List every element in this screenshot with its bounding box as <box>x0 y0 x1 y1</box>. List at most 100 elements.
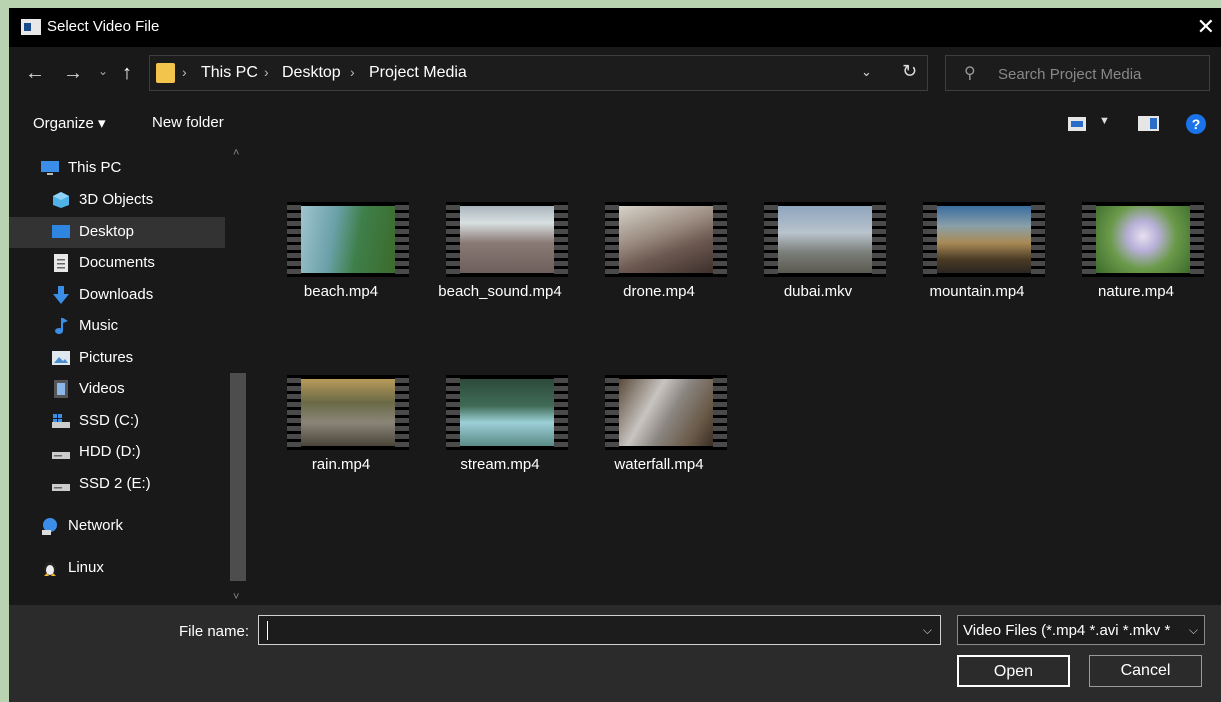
text-caret <box>267 621 268 640</box>
bottom-panel: File name: ⌵ Video Files (*.mp4 *.avi *.… <box>9 605 1221 702</box>
up-arrow-icon[interactable]: ↑ <box>122 63 132 83</box>
sidebar-item-label: This PC <box>68 159 122 176</box>
sidebar-item-music[interactable]: Music <box>51 311 225 342</box>
windows-drive-icon <box>52 414 70 428</box>
toolbar: Organize ▾ New folder ▼ ? <box>9 103 1221 143</box>
folder-icon <box>156 63 175 83</box>
file-name: beach.mp4 <box>303 283 379 300</box>
back-arrow-icon[interactable]: ← <box>25 63 45 83</box>
navigation-bar: ← → ⌄ ↑ › This PC › Desktop › Project Me… <box>9 47 1221 103</box>
sidebar-item-label: Documents <box>79 254 155 271</box>
sidebar-item-desktop[interactable]: Desktop <box>9 217 225 248</box>
address-dropdown-icon[interactable]: ⌄ <box>861 64 872 80</box>
breadcrumb-separator-icon: › <box>264 64 269 80</box>
search-input[interactable] <box>996 62 1205 86</box>
file-name-dropdown-icon[interactable]: ⌵ <box>923 623 932 638</box>
change-view-icon[interactable] <box>1068 117 1086 131</box>
breadcrumb-desktop[interactable]: Desktop <box>282 64 341 82</box>
video-thumbnail <box>764 202 886 277</box>
file-name: dubai.mkv <box>783 283 853 300</box>
file-name: drone.mp4 <box>623 283 695 300</box>
penguin-icon <box>44 562 56 576</box>
search-icon: ⚲ <box>964 65 976 82</box>
picture-icon <box>52 351 70 365</box>
file-type-filter-value: Video Files (*.mp4 *.avi *.mkv * <box>963 622 1171 639</box>
file-name: stream.mp4 <box>460 456 540 473</box>
open-button[interactable]: Open <box>957 655 1070 687</box>
scroll-down-icon[interactable]: ˅ <box>233 591 239 603</box>
refresh-icon[interactable]: ↻ <box>902 61 917 82</box>
preview-pane-icon[interactable] <box>1138 116 1159 131</box>
sidebar-item-ssd-2-e[interactable]: SSD 2 (E:) <box>51 469 225 500</box>
sidebar-item-label: HDD (D:) <box>79 443 141 460</box>
sidebar-item-3d-objects[interactable]: 3D Objects <box>51 185 225 216</box>
breadcrumb-project-media[interactable]: Project Media <box>369 64 467 82</box>
sidebar-item-label: SSD (C:) <box>79 412 139 429</box>
network-icon <box>42 518 57 535</box>
sidebar-item-pictures[interactable]: Pictures <box>51 343 225 374</box>
close-icon[interactable]: ✕ <box>1197 14 1215 40</box>
document-icon <box>54 254 68 272</box>
help-icon[interactable]: ? <box>1186 114 1206 134</box>
monitor-icon <box>41 161 59 175</box>
sidebar-item-label: Videos <box>79 380 125 397</box>
video-thumbnail <box>605 375 727 450</box>
video-thumbnail <box>446 202 568 277</box>
sidebar-item-label: Linux <box>68 559 104 576</box>
video-thumbnail <box>923 202 1045 277</box>
sidebar-item-label: Downloads <box>79 286 154 303</box>
sidebar-item-hdd-d[interactable]: HDD (D:) <box>51 437 225 468</box>
file-name: nature.mp4 <box>1098 283 1174 300</box>
sidebar-item-label: Desktop <box>79 223 135 240</box>
sidebar-item-label: Network <box>68 517 124 534</box>
title-bar: Select Video File ✕ <box>9 8 1221 47</box>
file-name-label: File name: <box>179 623 250 640</box>
sidebar-item-documents[interactable]: Documents <box>51 248 225 279</box>
video-thumbnail <box>605 202 727 277</box>
video-thumbnail <box>287 375 409 450</box>
video-thumbnail <box>287 202 409 277</box>
video-thumbnail <box>1082 202 1204 277</box>
file-name-field[interactable]: ⌵ <box>258 615 941 645</box>
sidebar-item-label: Pictures <box>79 349 134 366</box>
cancel-button[interactable]: Cancel <box>1089 655 1202 687</box>
file-name: waterfall.mp4 <box>614 456 704 473</box>
download-icon <box>53 286 69 304</box>
sidebar-item-network[interactable]: Network <box>40 511 225 542</box>
window-title: Select Video File <box>47 18 160 35</box>
filter-dropdown-icon[interactable]: ⌵ <box>1189 623 1198 638</box>
address-bar[interactable]: › This PC › Desktop › Project Media ⌄ ↻ <box>149 55 928 91</box>
file-dialog: Select Video File ✕ ← → ⌄ ↑ › This PC › … <box>9 8 1221 702</box>
drive-icon <box>52 484 70 491</box>
navigation-pane: This PC 3D Objects Desktop Documents Dow… <box>9 143 250 605</box>
file-list: beach.mp4 beach_sound.mp4 drone.mp4 duba… <box>250 143 1221 605</box>
sidebar-item-ssd-c[interactable]: SSD (C:) <box>51 406 225 437</box>
sidebar-item-label: SSD 2 (E:) <box>79 475 151 492</box>
sidebar-item-label: 3D Objects <box>79 191 154 208</box>
film-icon <box>54 380 68 398</box>
sidebar-item-linux[interactable]: Linux <box>40 553 225 584</box>
file-name-input[interactable] <box>263 620 917 642</box>
sidebar-item-label: Music <box>79 317 119 334</box>
sidebar-item-this-pc[interactable]: This PC <box>40 153 225 184</box>
desktop-icon <box>52 225 70 238</box>
breadcrumb-separator-icon: › <box>182 64 187 80</box>
file-type-filter[interactable]: Video Files (*.mp4 *.avi *.mkv * ⌵ <box>957 615 1205 645</box>
new-folder-button[interactable]: New folder <box>152 114 224 131</box>
drive-icon <box>52 452 70 459</box>
scrollbar-thumb[interactable] <box>230 373 246 581</box>
scroll-up-icon[interactable]: ˄ <box>233 147 239 159</box>
view-dropdown-icon[interactable]: ▼ <box>1099 115 1110 127</box>
sidebar-scrollbar[interactable]: ˄ ˅ <box>227 143 250 605</box>
file-name: rain.mp4 <box>311 456 371 473</box>
forward-arrow-icon[interactable]: → <box>63 63 83 83</box>
organize-button[interactable]: Organize ▾ <box>33 114 106 132</box>
recent-locations-chevron-icon[interactable]: ⌄ <box>98 61 108 81</box>
search-box[interactable]: ⚲ <box>945 55 1210 91</box>
sidebar-item-videos[interactable]: Videos <box>51 374 225 405</box>
music-note-icon <box>55 318 68 334</box>
breadcrumb-this-pc[interactable]: This PC <box>201 64 258 82</box>
file-name: mountain.mp4 <box>929 283 1025 300</box>
app-icon <box>21 19 41 35</box>
sidebar-item-downloads[interactable]: Downloads <box>51 280 225 311</box>
